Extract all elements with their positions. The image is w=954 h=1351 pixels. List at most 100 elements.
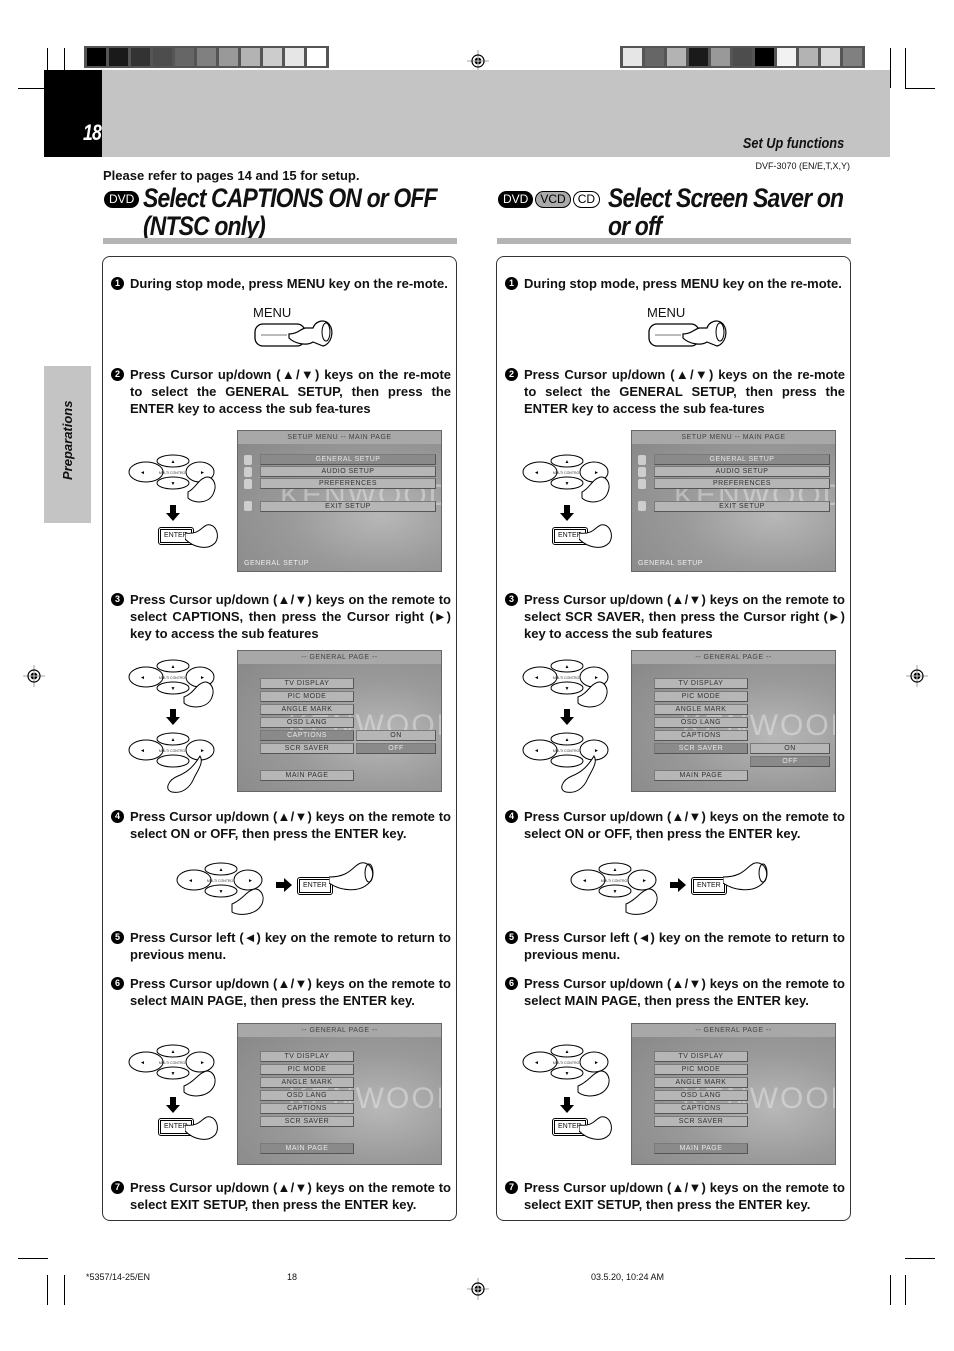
exit-icon (244, 501, 252, 511)
color-swatch (175, 48, 194, 66)
title-line-1: Select CAPTIONS ON or OFF (143, 183, 438, 213)
multi-control-label: MULTI CONTROL (159, 471, 187, 475)
right-arrow-icon (276, 878, 292, 892)
osd-setup-main-page: SETUP MENU -- MAIN PAGE KENWOOD GENERAL … (631, 430, 836, 572)
step-number-badge: 7 (505, 1181, 518, 1194)
step-text: Press Cursor up/down (▲/▼) keys on the r… (130, 976, 451, 1008)
disc-badge-dvd: DVD (104, 191, 140, 208)
preferences-icon (638, 479, 646, 489)
osd-item-main-page: MAIN PAGE (260, 770, 354, 781)
svg-text:►: ► (200, 1060, 205, 1066)
step-number-badge: 1 (111, 277, 124, 290)
osd-item-scr-saver: SCR SAVER (260, 1116, 354, 1127)
osd-item-general-setup: GENERAL SETUP (260, 454, 436, 465)
svg-text:▲: ▲ (565, 1049, 570, 1055)
color-swatch (645, 48, 664, 66)
right-arrow-icon (670, 878, 686, 892)
svg-text:◄: ◄ (534, 470, 539, 476)
step-text: During stop mode, press MENU key on the … (524, 276, 842, 291)
osd-item-tv-display: TV DISPLAY (654, 678, 748, 689)
osd-item-preferences: PREFERENCES (260, 478, 436, 489)
svg-text:►: ► (200, 748, 205, 754)
step-number-badge: 2 (111, 368, 124, 381)
multi-control-label: MULTI CONTROL (553, 471, 581, 475)
audio-setup-icon (638, 467, 646, 477)
svg-text:►: ► (594, 675, 599, 681)
color-swatch (733, 48, 752, 66)
osd-item-main-page: MAIN PAGE (260, 1143, 354, 1154)
color-swatch (153, 48, 172, 66)
svg-text:▲: ▲ (171, 459, 176, 465)
osd-title: SETUP MENU -- MAIN PAGE (632, 431, 835, 444)
osd-title: -- GENERAL PAGE -- (238, 651, 441, 664)
down-arrow-icon (166, 1097, 180, 1113)
step-text: Press Cursor up/down (▲/▼) keys on the r… (524, 592, 845, 641)
multi-control-remote-icon: ▲ ◄ ► MULTI CONTROL (522, 732, 609, 793)
svg-text:▲: ▲ (613, 867, 618, 873)
color-swatch (623, 48, 642, 66)
multi-control-remote-icon: ▲ ◄ ► ▼ MULTI CONTROL (128, 454, 216, 503)
section-title-left: Select CAPTIONS ON or OFF (NTSC only) (143, 184, 489, 240)
crop-mark (905, 48, 906, 88)
step-text: Press Cursor up/down (▲/▼) keys on the r… (130, 592, 451, 641)
step-5: 5 Press Cursor left (◄) key on the remot… (111, 929, 451, 963)
title-line-1: Select Screen Saver on (608, 183, 844, 213)
color-swatch (777, 48, 796, 66)
osd-setup-main-page: SETUP MENU -- MAIN PAGE KENWOOD GENERAL … (237, 430, 442, 572)
crop-mark (18, 1258, 48, 1259)
step-7: 7 Press Cursor up/down (▲/▼) keys on the… (505, 1179, 845, 1213)
multi-control-remote-icon: ▲ ◄ ► ▼ MULTI CONTROL (522, 659, 609, 708)
crop-mark (905, 1258, 935, 1259)
svg-text:►: ► (200, 470, 205, 476)
multi-control-remote-icon: ▲ ◄ ► ▼ MULTI CONTROL (522, 1044, 610, 1097)
section-name: Set Up functions (742, 135, 844, 152)
step-number-badge: 3 (505, 593, 518, 606)
title-rule (103, 238, 457, 244)
osd-item-osd-lang: OSD LANG (260, 1090, 354, 1101)
step-2: 2 Press Cursor up/down (▲/▼) keys on the… (111, 366, 451, 417)
step-7: 7 Press Cursor up/down (▲/▼) keys on the… (111, 1179, 451, 1213)
osd-item-captions: CAPTIONS (260, 730, 354, 741)
step-5: 5 Press Cursor left (◄) key on the remot… (505, 929, 845, 963)
crop-mark (905, 1275, 906, 1305)
color-swatch (241, 48, 260, 66)
svg-text:▲: ▲ (219, 867, 224, 873)
osd-title: -- GENERAL PAGE -- (238, 1024, 441, 1037)
registration-mark-icon (906, 665, 928, 687)
hand-pressing-icon (185, 524, 218, 548)
osd-title: SETUP MENU -- MAIN PAGE (238, 431, 441, 444)
color-swatch (219, 48, 238, 66)
multi-control-remote-icon: ▲ ◄ ► ▼ MULTI CONTROL (128, 659, 215, 708)
svg-text:▼: ▼ (565, 1071, 570, 1077)
color-swatch (667, 48, 686, 66)
color-swatch (821, 48, 840, 66)
crop-mark (47, 1275, 48, 1305)
osd-item-osd-lang: OSD LANG (260, 717, 354, 728)
step-number-badge: 5 (505, 931, 518, 944)
crop-mark (890, 1275, 891, 1305)
svg-text:▼: ▼ (171, 481, 176, 487)
step-number-badge: 3 (111, 593, 124, 606)
menu-key-figure: MENU (647, 305, 729, 359)
svg-text:►: ► (594, 470, 599, 476)
hand-pressing-menu-key-icon (254, 320, 333, 347)
osd-item-audio-setup: AUDIO SETUP (654, 466, 830, 477)
osd-option-on: ON (750, 743, 830, 754)
hand-pressing-icon (329, 862, 374, 891)
step-number-badge: 7 (111, 1181, 124, 1194)
osd-general-page-submenu: -- GENERAL PAGE -- KENWOOD TV DISPLAY PI… (631, 650, 836, 792)
svg-text:◄: ◄ (188, 878, 193, 884)
step-4: 4 Press Cursor up/down (▲/▼) keys on the… (111, 808, 451, 842)
svg-text:►: ► (200, 675, 205, 681)
svg-text:▼: ▼ (565, 686, 570, 692)
svg-text:◄: ◄ (140, 748, 145, 754)
color-swatch (799, 48, 818, 66)
down-arrow-icon (166, 709, 180, 725)
registration-mark-icon (467, 50, 489, 72)
step-2: 2 Press Cursor up/down (▲/▼) keys on the… (505, 366, 845, 417)
osd-item-angle-mark: ANGLE MARK (260, 704, 354, 715)
exit-icon (638, 501, 646, 511)
step-1: 1 During stop mode, press MENU key on th… (111, 275, 451, 292)
step-text: Press Cursor up/down (▲/▼) keys on the r… (130, 809, 451, 841)
color-swatch (285, 48, 304, 66)
